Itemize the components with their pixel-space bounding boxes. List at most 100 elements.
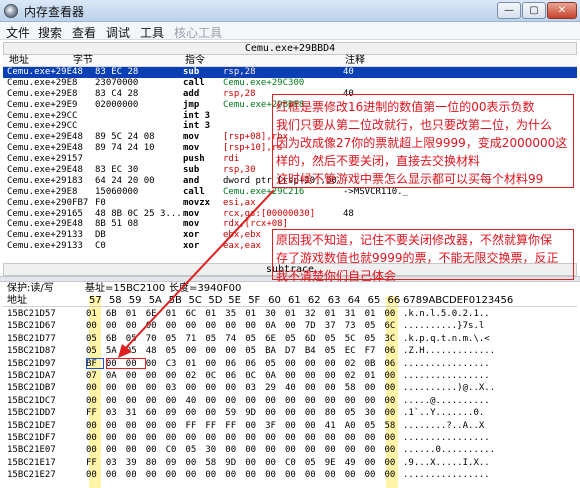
hex-byte[interactable]: 06	[385, 358, 401, 370]
hex-byte[interactable]: 00	[186, 457, 202, 469]
hex-byte[interactable]: 00	[265, 444, 281, 456]
hex-byte[interactable]: 06	[385, 345, 401, 357]
hex-byte[interactable]: 01	[365, 370, 381, 382]
hex-byte[interactable]: 7D	[305, 320, 321, 332]
hex-byte[interactable]: 00	[186, 432, 202, 444]
hex-byte[interactable]: 9D	[225, 457, 241, 469]
hex-byte[interactable]: 03	[166, 382, 182, 394]
hex-byte[interactable]: 40	[186, 395, 202, 407]
hex-byte[interactable]: 00	[146, 469, 162, 481]
hex-byte[interactable]: 05	[166, 333, 182, 345]
hex-row[interactable]: 15BC21D77 05 6B 05 70 05 71 05 74 05 6E 05 6D 05 5C 05 3…	[3, 333, 577, 345]
hex-byte[interactable]: 00	[325, 444, 341, 456]
hex-byte[interactable]: 06	[225, 370, 241, 382]
hex-byte[interactable]: 31	[126, 407, 142, 419]
hex-byte[interactable]: 3F	[265, 420, 281, 432]
hex-byte[interactable]: 6B	[106, 308, 122, 320]
hex-byte[interactable]: 00	[365, 469, 381, 481]
hex-byte[interactable]: 00	[285, 395, 301, 407]
hex-byte[interactable]: 05	[365, 333, 381, 345]
hex-byte[interactable]: 0C	[205, 370, 221, 382]
hex-byte[interactable]: 0A	[106, 370, 122, 382]
hex-byte[interactable]: 40	[285, 382, 301, 394]
hex-byte[interactable]: 00	[345, 395, 361, 407]
hex-byte[interactable]: 00	[86, 320, 102, 332]
hex-byte[interactable]: 73	[345, 320, 361, 332]
hex-byte[interactable]: C0	[285, 457, 301, 469]
hex-byte[interactable]: 60	[146, 407, 162, 419]
hex-byte[interactable]: 00	[106, 320, 122, 332]
hex-byte[interactable]: 05	[285, 333, 301, 345]
hex-row[interactable]: 15BC21DC7 00 00 00 00 00 40 00 00 00 00 00 00 00 00 00 0…	[3, 395, 577, 407]
hex-byte[interactable]: 05	[126, 333, 142, 345]
hex-byte[interactable]: 74	[225, 333, 241, 345]
hex-row[interactable]: 15BC21DF7 00 00 00 00 00 00 00 00 00 00 00 00 00 00 00 0…	[3, 432, 577, 444]
hex-byte[interactable]: 01	[186, 358, 202, 370]
hex-byte[interactable]: 00	[186, 345, 202, 357]
hex-byte[interactable]: 00	[325, 469, 341, 481]
hex-byte[interactable]: 00	[186, 469, 202, 481]
hex-byte[interactable]: 01	[205, 308, 221, 320]
hex-row[interactable]: 15BC21DD7 FF 03 31 60 09 00 00 59 9D 00 00 00 80 05 30 0…	[3, 407, 577, 419]
hex-byte[interactable]: 30	[365, 407, 381, 419]
hex-byte[interactable]: 00	[205, 407, 221, 419]
hex-byte[interactable]: 00	[106, 444, 122, 456]
hex-byte[interactable]: 00	[365, 382, 381, 394]
hex-byte[interactable]: EC	[345, 345, 361, 357]
hex-byte[interactable]: 6C	[186, 308, 202, 320]
hex-byte[interactable]: 00	[285, 420, 301, 432]
hex-byte[interactable]: 6D	[305, 333, 321, 345]
hex-byte[interactable]: 00	[385, 469, 401, 481]
close-button[interactable]: ✕	[547, 2, 577, 19]
hex-byte[interactable]: 00	[166, 420, 182, 432]
hex-byte[interactable]: 00	[205, 469, 221, 481]
hex-row[interactable]: 15BC21D57 01 6B 01 6E 01 6C 01 35 01 30 01 32 01 31 01 0…	[3, 308, 577, 320]
hex-byte[interactable]: FF	[205, 420, 221, 432]
hex-byte[interactable]: 00	[186, 407, 202, 419]
hex-byte[interactable]: 00	[225, 345, 241, 357]
hex-byte[interactable]: 00	[205, 432, 221, 444]
hex-byte[interactable]: 00	[225, 320, 241, 332]
hex-byte[interactable]: 05	[305, 457, 321, 469]
hex-byte[interactable]: A0	[345, 420, 361, 432]
hex-byte[interactable]: 6E	[146, 308, 162, 320]
hex-byte[interactable]: 00	[345, 444, 361, 456]
hex-byte[interactable]: 00	[225, 432, 241, 444]
minimize-button[interactable]: —	[497, 2, 521, 19]
hex-byte[interactable]: 00	[146, 370, 162, 382]
hex-byte[interactable]: 00	[245, 420, 261, 432]
hex-byte[interactable]: 05	[365, 320, 381, 332]
hex-byte[interactable]: 07	[86, 370, 102, 382]
hex-byte[interactable]: 00	[305, 420, 321, 432]
hex-byte[interactable]: 00	[166, 395, 182, 407]
hex-byte[interactable]: 0A	[265, 320, 281, 332]
hex-byte[interactable]: 02	[186, 370, 202, 382]
hex-byte[interactable]: 05	[325, 333, 341, 345]
disasm-row[interactable]: Cemu.exe+290FB7 F0 movzx esi,ax	[3, 198, 577, 209]
hex-byte[interactable]: 00	[245, 457, 261, 469]
hex-row[interactable]: 15BC21DB7 00 00 00 00 03 00 00 00 03 29 40 00 00 58 00 0…	[3, 382, 577, 394]
hex-byte[interactable]: 80	[325, 407, 341, 419]
hex-byte[interactable]: FF	[86, 457, 102, 469]
hex-byte[interactable]: FF	[186, 420, 202, 432]
hex-byte[interactable]: 09	[166, 457, 182, 469]
hex-byte[interactable]: 00	[146, 444, 162, 456]
hex-byte[interactable]: 00	[265, 457, 281, 469]
hex-row[interactable]: 15BC21DA7 07 0A 00 00 00 02 0C 06 0C 0A 00 00 00 02 01 0…	[3, 370, 577, 382]
menu-file[interactable]: 文件	[6, 24, 30, 41]
hex-byte[interactable]: 00	[305, 382, 321, 394]
menu-view[interactable]: 查看	[72, 24, 96, 41]
hex-byte[interactable]: 05	[265, 358, 281, 370]
hex-row[interactable]: 15BC21D87 05 5A 05 48 05 00 00 00 05 BA D7 B4 05 EC F7 0…	[3, 345, 577, 357]
hex-byte[interactable]: 5C	[345, 333, 361, 345]
hex-byte[interactable]: 00	[225, 469, 241, 481]
menu-debug[interactable]: 调试	[106, 24, 130, 41]
hex-byte[interactable]: 00	[305, 370, 321, 382]
hex-byte[interactable]: 01	[365, 308, 381, 320]
hex-byte[interactable]: 05	[205, 333, 221, 345]
hex-byte[interactable]: 6E	[265, 333, 281, 345]
hex-byte[interactable]: 05	[166, 345, 182, 357]
hex-byte[interactable]: 35	[225, 308, 241, 320]
hex-byte[interactable]: 05	[126, 345, 142, 357]
hex-byte[interactable]: 0C	[245, 370, 261, 382]
